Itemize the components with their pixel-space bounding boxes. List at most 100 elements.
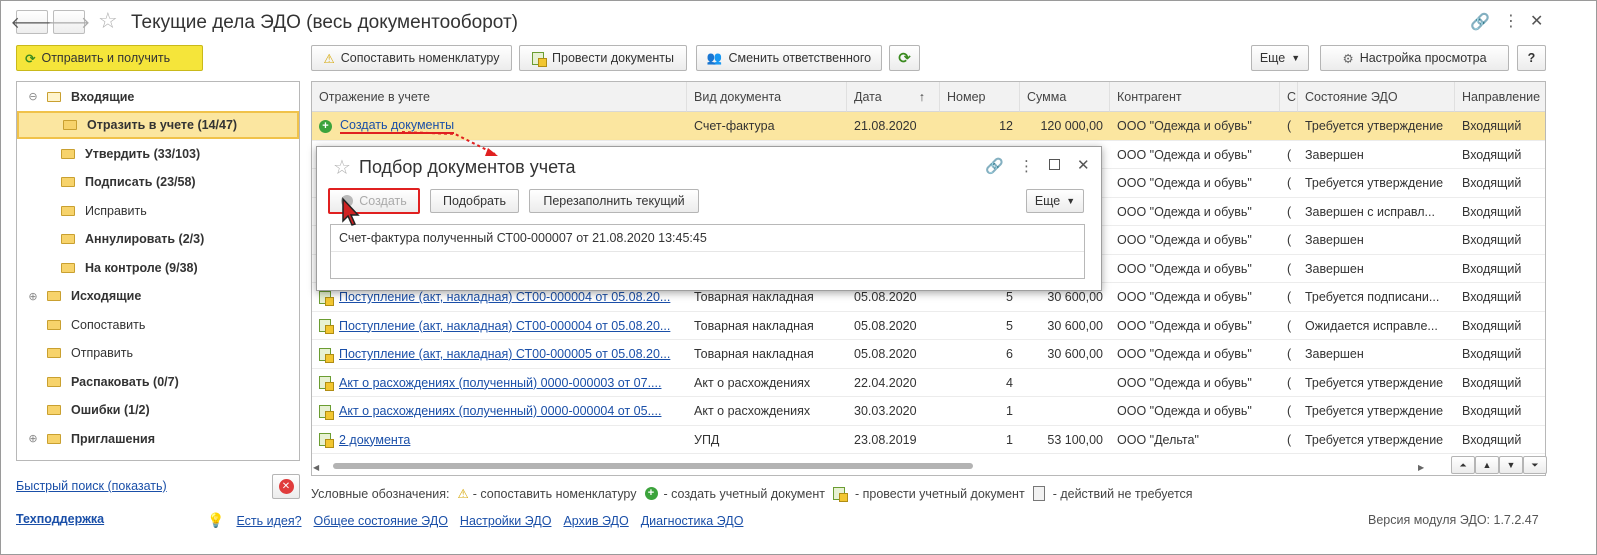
table-row[interactable]: 2 документа УПД 23.08.2019 1 53 100,00 ООО "Д… [312,426,1545,454]
go-first-button[interactable]: ⏶ [1451,456,1475,474]
table-cell: Акт о расхождениях [694,375,811,390]
sidebar-item[interactable]: Отразить в учете (14/47) [17,111,299,139]
sidebar-item[interactable]: Исправить [17,197,299,225]
sidebar-item[interactable]: Распаковать (0/7) [17,368,299,396]
table-row[interactable]: Акт о расхождениях (полученный) 0000-000… [312,369,1545,397]
table-row[interactable]: Акт о расхождениях (полученный) 0000-000… [312,397,1545,426]
sidebar-item-label: На контроле (9/38) [85,260,198,275]
document-link[interactable]: Акт о расхождениях (полученный) 0000-000… [339,376,661,390]
change-responsible-button[interactable]: 👥 Сменить ответственного [696,45,882,71]
document-link[interactable]: Поступление (акт, накладная) СТ00-000004… [339,290,670,304]
column-header[interactable]: Вид документа [687,82,847,112]
sidebar-item[interactable]: ⊕ Приглашения [17,425,299,453]
go-down-button[interactable]: ▼ [1499,456,1523,474]
document-link[interactable]: Поступление (акт, накладная) СТ00-000005… [339,347,670,361]
table-row[interactable]: Поступление (акт, накладная) СТ00-000005… [312,340,1545,369]
sidebar-item-label: Отправить [71,346,133,360]
post-documents-button[interactable]: Провести документы [519,45,687,71]
table-cell: 2 документа [312,426,687,454]
sidebar-item[interactable]: Подписать (23/58) [17,168,299,196]
table-cell: Входящий [1462,233,1522,247]
table-cell: Акт о расхождениях (полученный) 0000-000… [312,397,687,425]
scroll-right-icon[interactable]: ▶ [1418,463,1424,472]
quick-search-link[interactable]: Быстрый поиск (показать) [16,479,167,493]
table-cell: 23.08.2019 [854,432,917,447]
link-icon[interactable]: 🔗 [1470,12,1490,32]
column-header[interactable]: Отражение в учете [312,82,687,112]
document-link[interactable]: Акт о расхождениях (полученный) 0000-000… [339,404,661,418]
list-item[interactable]: Счет-фактура полученный СТ00-000007 от 2… [331,225,1084,252]
column-header[interactable]: Состояние ЭДО [1298,82,1455,112]
scrollbar-thumb[interactable] [333,463,973,469]
column-header[interactable]: С [1280,82,1298,112]
forward-button[interactable]: 🡒 [48,10,90,34]
go-last-button[interactable]: ⏷ [1523,456,1547,474]
table-cell: Требуется утверждение [1305,119,1444,133]
pick-button[interactable]: Подобрать [430,189,519,213]
clear-filter-button[interactable]: ✕ [272,474,300,499]
post-document-icon [319,376,334,391]
warning-icon: ⚠ [457,487,469,501]
maximize-icon[interactable] [1049,159,1060,170]
folder-icon [47,291,61,301]
sidebar-item[interactable]: ⊕ Исходящие [17,282,299,310]
close-icon[interactable]: ✕ [1077,156,1090,174]
sidebar-item[interactable]: Ошибки (1/2) [17,396,299,424]
sidebar-item[interactable]: Утвердить (33/103) [17,140,299,168]
table-cell: Входящий [1462,347,1522,361]
idea-link[interactable]: Есть идея? [236,514,301,528]
favorite-star-icon[interactable]: ☆ [98,8,118,34]
table-cell: Завершен [1305,233,1364,247]
column-header[interactable]: Номер [940,82,1020,112]
document-link[interactable]: 2 документа [339,433,410,447]
sidebar-item[interactable]: Отправить [17,339,299,367]
edo-diagnostics-link[interactable]: Диагностика ЭДО [641,514,744,528]
table-cell: ( [1287,318,1292,333]
collapse-icon[interactable]: ⊖ [27,90,39,103]
table-cell: 05.08.2020 [854,318,917,333]
refill-button[interactable]: Перезаполнить текущий [529,189,699,213]
refresh-icon: ⟳ [898,50,911,67]
table-row[interactable]: Поступление (акт, накладная) СТ00-000004… [312,312,1545,340]
send-receive-button[interactable]: ⟳ Отправить и получить [16,45,203,71]
sidebar-item[interactable]: ⊖ Входящие [17,83,299,111]
support-link[interactable]: Техподдержка [16,512,104,526]
close-icon[interactable]: ✕ [1530,11,1543,31]
back-button[interactable]: 🡐 [11,10,53,34]
link-icon[interactable]: 🔗 [985,157,1004,175]
edo-settings-link[interactable]: Настройки ЭДО [460,514,552,528]
sidebar-item-label: Ошибки (1/2) [71,403,150,417]
refresh-button[interactable]: ⟳ [889,45,920,71]
more-menu-icon[interactable]: ⋮ [1503,11,1519,31]
sidebar-item[interactable]: Сопоставить [17,311,299,339]
favorite-star-icon[interactable]: ☆ [333,155,351,180]
expand-icon[interactable]: ⊕ [27,290,39,303]
more-menu-icon[interactable]: ⋮ [1019,157,1034,175]
column-header[interactable]: Контрагент [1110,82,1280,112]
view-settings-button[interactable]: ⚙ Настройка просмотра [1320,45,1509,71]
scroll-left-icon[interactable]: ◀ [313,463,319,472]
table-cell: Требуется утверждение [1305,176,1444,190]
column-header[interactable]: Направление [1455,82,1545,112]
edo-status-link[interactable]: Общее состояние ЭДО [314,514,448,528]
horizontal-scrollbar[interactable]: ◀ ▶ [313,459,1443,473]
edo-archive-link[interactable]: Архив ЭДО [563,514,628,528]
dialog-more-button[interactable]: Еще ▼ [1026,189,1084,213]
table-cell: Входящий [1462,176,1522,190]
sidebar-item[interactable]: Аннулировать (2/3) [17,225,299,253]
sidebar-item[interactable]: На контроле (9/38) [17,254,299,282]
match-nomenclature-button[interactable]: ⚠ Сопоставить номенклатуру [311,45,512,71]
table-cell: 22.04.2020 [854,375,917,390]
table-cell: ( [1287,233,1292,247]
expand-icon[interactable]: ⊕ [27,432,39,445]
table-cell: ООО "Одежда и обувь" [1117,404,1252,418]
more-button[interactable]: Еще ▼ [1251,45,1309,71]
help-button[interactable]: ? [1517,45,1546,71]
folder-icon [47,376,61,387]
document-link[interactable]: Поступление (акт, накладная) СТ00-000004… [339,319,670,333]
go-up-button[interactable]: ▲ [1475,456,1499,474]
post-icon [832,487,848,502]
column-header[interactable]: Сумма [1020,82,1110,112]
column-header[interactable]: Дата ↑ [847,82,940,112]
version-label: Версия модуля ЭДО: 1.7.2.47 [1368,513,1539,527]
